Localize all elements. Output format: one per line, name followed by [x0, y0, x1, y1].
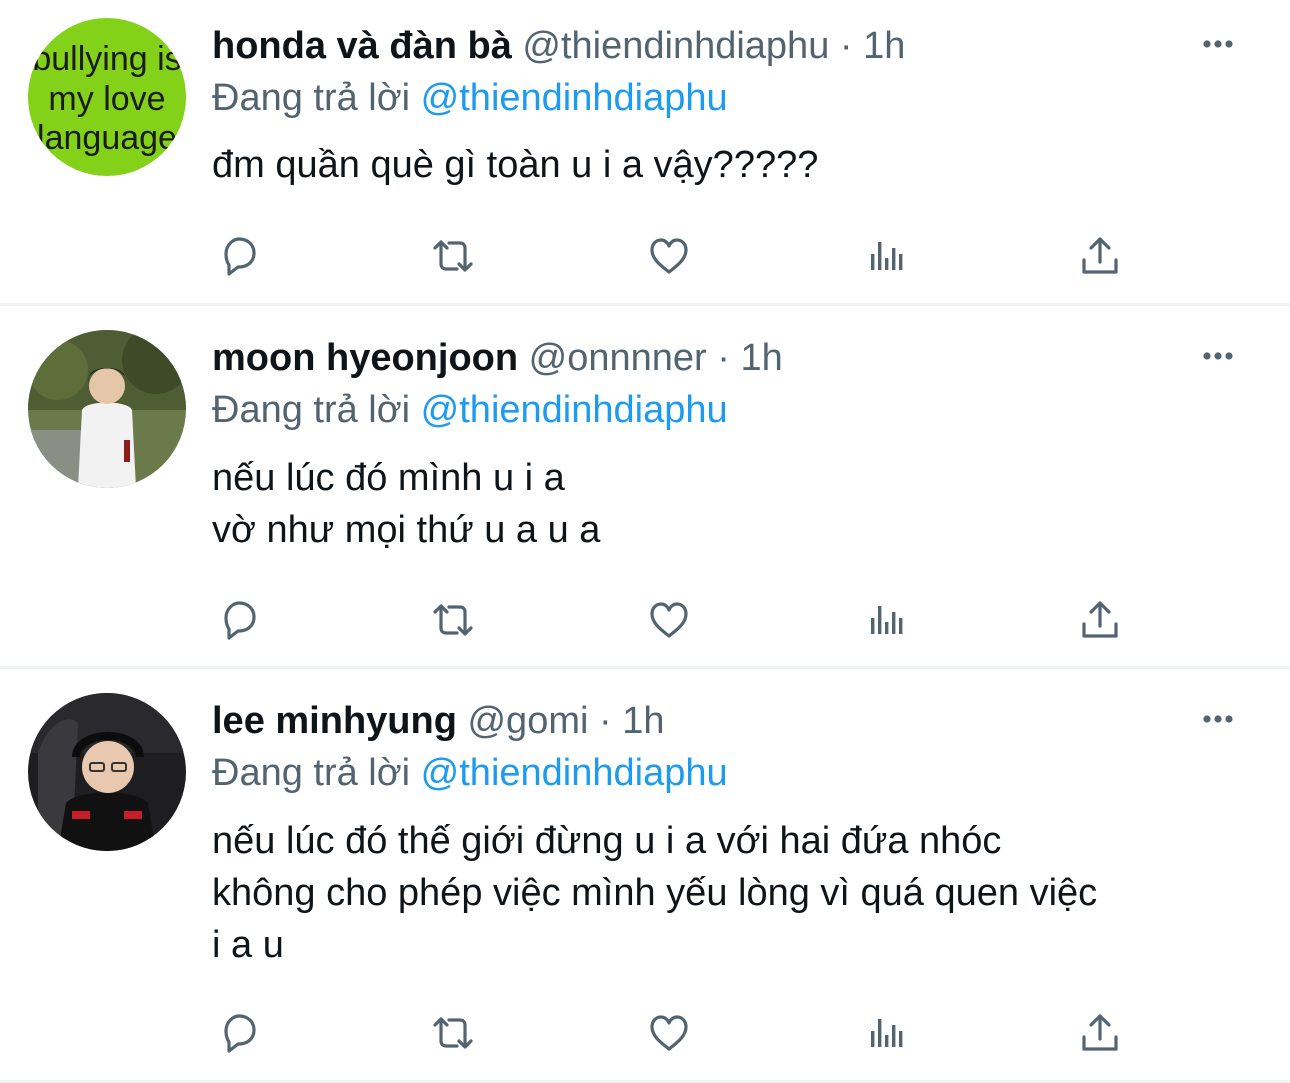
- timestamp[interactable]: 1h: [622, 700, 664, 742]
- retweet-icon[interactable]: [427, 1009, 479, 1057]
- svg-text:my love: my love: [48, 80, 165, 118]
- username[interactable]: @onnnner: [529, 337, 707, 379]
- share-icon[interactable]: [1074, 596, 1126, 644]
- reply-icon[interactable]: [212, 232, 264, 280]
- svg-text:bullying is: bullying is: [32, 40, 181, 78]
- tweet-text-line: đm quần què gì toàn u i a vậy?????: [212, 144, 819, 186]
- mention-link[interactable]: @thiendinhdiaphu: [421, 752, 728, 794]
- separator: ·: [717, 337, 730, 379]
- reply-context: Đang trả lời @thiendinhdiaphu: [212, 386, 728, 434]
- like-icon[interactable]: [643, 232, 695, 280]
- tweet-header: lee minhyung @gomi · 1h: [212, 697, 665, 745]
- tweet-header: moon hyeonjoon @onnnner · 1h: [212, 334, 783, 382]
- more-icon[interactable]: [1198, 699, 1238, 739]
- display-name[interactable]: honda và đàn bà: [212, 25, 512, 67]
- separator: ·: [599, 700, 612, 742]
- share-icon[interactable]: [1074, 232, 1126, 280]
- tweet-header: honda và đàn bà @thiendinhdiaphu · 1h: [212, 22, 905, 70]
- more-icon[interactable]: [1198, 336, 1238, 376]
- tweet-text-line: nếu lúc đó mình u i a: [212, 457, 565, 499]
- like-icon[interactable]: [643, 1009, 695, 1057]
- more-icon[interactable]: [1198, 24, 1238, 64]
- tweet-text-line: vờ như mọi thứ u a u a: [212, 509, 601, 551]
- action-bar: [212, 596, 1122, 644]
- tweet-text: đm quần què gì toàn u i a vậy?????: [212, 139, 818, 191]
- reply-prefix: Đang trả lời: [212, 77, 411, 119]
- tweet-text-line: không cho phép việc mình yếu lòng vì quá…: [212, 872, 1098, 914]
- like-icon[interactable]: [643, 596, 695, 644]
- timestamp[interactable]: 1h: [740, 337, 782, 379]
- analytics-icon[interactable]: [859, 232, 911, 280]
- tweet-text-line: i a u: [212, 924, 284, 966]
- avatar[interactable]: bullying is my love language: [28, 18, 186, 176]
- avatar[interactable]: [28, 693, 186, 851]
- display-name[interactable]: moon hyeonjoon: [212, 337, 518, 379]
- tweet-text: nếu lúc đó thế giới đừng u i a với hai đ…: [212, 815, 1097, 971]
- reply-icon[interactable]: [212, 1009, 264, 1057]
- svg-text:language: language: [37, 119, 177, 157]
- analytics-icon[interactable]: [859, 596, 911, 644]
- username[interactable]: @thiendinhdiaphu: [522, 25, 829, 67]
- reply-context: Đang trả lời @thiendinhdiaphu: [212, 74, 728, 122]
- reply-icon[interactable]: [212, 596, 264, 644]
- username[interactable]: @gomi: [467, 700, 588, 742]
- tweet-text: nếu lúc đó mình u i a vờ như mọi thứ u a…: [212, 452, 600, 556]
- action-bar: [212, 1009, 1122, 1057]
- timestamp[interactable]: 1h: [863, 25, 905, 67]
- mention-link[interactable]: @thiendinhdiaphu: [421, 389, 728, 431]
- display-name[interactable]: lee minhyung: [212, 700, 457, 742]
- reply-prefix: Đang trả lời: [212, 752, 411, 794]
- reply-context: Đang trả lời @thiendinhdiaphu: [212, 749, 728, 797]
- share-icon[interactable]: [1074, 1009, 1126, 1057]
- mention-link[interactable]: @thiendinhdiaphu: [421, 77, 728, 119]
- separator: ·: [839, 25, 853, 67]
- retweet-icon[interactable]: [427, 232, 479, 280]
- action-bar: [212, 232, 1122, 280]
- tweet[interactable]: lee minhyung @gomi · 1h Đang trả lời @th…: [0, 669, 1290, 1079]
- avatar[interactable]: [28, 330, 186, 488]
- tweet-text-line: nếu lúc đó thế giới đừng u i a với hai đ…: [212, 820, 1002, 862]
- tweet[interactable]: moon hyeonjoon @onnnner · 1h Đang trả lờ…: [0, 306, 1290, 666]
- retweet-icon[interactable]: [427, 596, 479, 644]
- reply-prefix: Đang trả lời: [212, 389, 411, 431]
- tweet[interactable]: bullying is my love language honda và đà…: [0, 0, 1290, 303]
- analytics-icon[interactable]: [859, 1009, 911, 1057]
